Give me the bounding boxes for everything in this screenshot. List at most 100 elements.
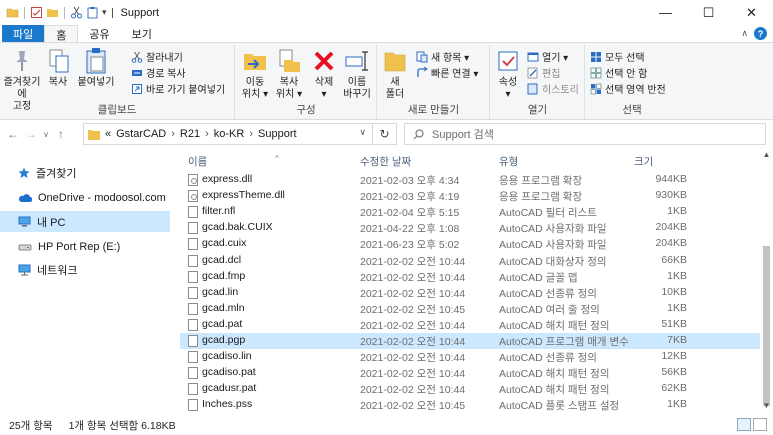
file-row[interactable]: gcad.dcl 2021-02-02 오전 10:44 AutoCAD 대화상자 … (180, 253, 760, 269)
help-icon[interactable]: ? (754, 27, 767, 40)
cut-button[interactable]: 잘라내기 (131, 49, 183, 64)
delete-button[interactable]: 삭제 ▾ (307, 47, 341, 101)
paste-button[interactable]: 붙여넣기 (76, 47, 116, 89)
file-row[interactable]: gcad.pgp 2021-02-02 오전 10:44 AutoCAD 프로그램 … (180, 333, 760, 349)
properties-check-icon[interactable] (30, 6, 43, 19)
breadcrumb-r21[interactable]: R21 (180, 128, 200, 140)
nav-item-quick-access[interactable]: 즐겨찾기 (0, 162, 170, 183)
open-button[interactable]: 열기 ▾ (527, 49, 568, 64)
file-row[interactable]: express.dll 2021-02-03 오후 4:34 응용 프로그램 확장 9… (180, 172, 760, 188)
chevron-right-icon[interactable]: › (171, 128, 175, 140)
tab-file[interactable]: 파일 (2, 25, 45, 43)
easy-access-button[interactable]: 빠른 연결 ▾ (416, 65, 478, 80)
up-arrow-icon[interactable]: ↑ (52, 127, 70, 141)
refresh-button[interactable]: ↻ (373, 123, 397, 145)
invert-selection-button[interactable]: 선택 영역 반전 (590, 81, 666, 96)
select-all-button[interactable]: 모두 선택 (590, 49, 645, 64)
file-type: AutoCAD 여러 줄 정의 (499, 303, 600, 316)
scissors-icon[interactable] (70, 6, 83, 19)
nav-item-hp-port-rep[interactable]: HP Port Rep (E:) (0, 236, 170, 257)
chevron-right-icon[interactable]: › (249, 128, 253, 140)
breadcrumb-support[interactable]: Support (258, 128, 297, 140)
forward-arrow-icon[interactable]: → (22, 127, 40, 141)
nav-item-onedrive[interactable]: OneDrive - modoosol.com (0, 187, 170, 208)
clipboard-icon[interactable] (86, 6, 99, 19)
ribbon-collapse-icon[interactable]: ∧ (741, 28, 748, 39)
file-row[interactable]: gcad.fmp 2021-02-02 오전 10:44 AutoCAD 글꼴 맵 1… (180, 269, 760, 285)
address-bar[interactable]: « GstarCAD › R21 › ko-KR › Support ∨ (83, 123, 373, 145)
properties-button[interactable]: 속성 ▾ (493, 47, 523, 101)
search-input[interactable]: Support 검색 (404, 123, 766, 145)
edit-button[interactable]: 편집 (527, 65, 560, 80)
copy-label: 복사 (48, 77, 68, 88)
status-bar: 25개 항목 1개 항목 선택함 6.18KB (0, 415, 773, 435)
nav-item-network[interactable]: 네트워크 (0, 259, 170, 280)
copy-to-button[interactable]: 복사 위치 ▾ (272, 47, 306, 101)
file-name: gcad.fmp (202, 269, 246, 282)
scroll-up-icon[interactable]: ▲ (760, 150, 773, 164)
column-header-date[interactable]: 수정한 날짜 (360, 154, 411, 169)
chevron-right-icon[interactable]: › (205, 128, 209, 140)
select-none-button[interactable]: 선택 안 함 (590, 65, 647, 80)
new-folder-icon[interactable] (46, 6, 59, 19)
file-row[interactable]: gcad.bak.CUIX 2021-04-22 오후 1:08 AutoCAD 사… (180, 220, 760, 236)
column-header-name[interactable]: 이름 (188, 154, 207, 169)
new-item-button[interactable]: 새 항목 ▾ (416, 49, 469, 64)
file-row[interactable]: expressTheme.dll 2021-02-03 오후 4:19 응용 프로그… (180, 188, 760, 204)
new-item-icon (416, 51, 428, 62)
tab-view[interactable]: 보기 (121, 25, 163, 43)
new-group: 새 폴더 새 항목 ▾ 빠른 연결 ▾ 새로 만들기 (378, 45, 490, 119)
back-arrow-icon[interactable]: ← (4, 127, 22, 141)
file-type: AutoCAD 해치 패턴 정의 (499, 384, 610, 397)
file-row[interactable]: Inches.pss 2021-02-02 오전 10:45 AutoCAD 플롯 … (180, 397, 760, 413)
history-button[interactable]: 히스토리 (527, 81, 579, 96)
file-type: AutoCAD 글꼴 맵 (499, 271, 578, 284)
move-to-button[interactable]: 이동 위치 ▾ (238, 47, 272, 101)
file-date: 2021-02-02 오전 10:44 (360, 336, 466, 348)
properties-label: ▾ (505, 89, 511, 100)
file-icon (188, 286, 198, 299)
file-size: 10KB (661, 285, 687, 298)
file-row[interactable]: gcadusr.pat 2021-02-02 오전 10:44 AutoCAD 해치… (180, 381, 760, 397)
copy-path-button[interactable]: 경로 복사 (131, 65, 186, 80)
file-type: AutoCAD 프로그램 매개 변수 (499, 336, 629, 348)
file-row[interactable]: gcadiso.pat 2021-02-02 오전 10:44 AutoCAD 해치… (180, 365, 760, 381)
file-row[interactable]: gcad.cuix 2021-06-23 오후 5:02 AutoCAD 사용자화 … (180, 236, 760, 252)
close-button[interactable]: ✕ (730, 0, 773, 25)
qat-separator (24, 6, 25, 19)
delete-x-icon (314, 51, 334, 71)
file-row[interactable]: gcad.lin 2021-02-02 오전 10:44 AutoCAD 선종류 정… (180, 285, 760, 301)
file-date: 2021-02-02 오전 10:44 (360, 352, 466, 365)
file-row[interactable]: gcad.pat 2021-02-02 오전 10:44 AutoCAD 해치 패턴… (180, 317, 760, 333)
vertical-scrollbar[interactable]: ▲ ▼ (760, 148, 773, 415)
maximize-button[interactable]: ☐ (687, 0, 730, 25)
address-prefix[interactable]: « (105, 128, 111, 140)
address-dropdown-icon[interactable]: ∨ (359, 127, 366, 138)
qat-customize-icon[interactable]: ▾ (102, 7, 107, 18)
history-label: 히스토리 (542, 85, 579, 96)
new-folder-button[interactable]: 새 폴더 (380, 47, 410, 101)
nav-item-this-pc[interactable]: 내 PC (0, 211, 170, 232)
minimize-button[interactable]: — (644, 0, 687, 25)
paste-shortcut-button[interactable]: 바로 가기 붙여넣기 (131, 81, 225, 96)
rename-button[interactable]: 이름 바꾸기 (340, 47, 374, 101)
column-header-type[interactable]: 유형 (499, 154, 518, 169)
scroll-down-icon[interactable]: ▼ (760, 401, 773, 415)
details-view-icon[interactable] (737, 418, 751, 431)
large-icons-view-icon[interactable] (753, 418, 767, 431)
edit-label: 편집 (542, 69, 561, 80)
breadcrumb-ko-kr[interactable]: ko-KR (214, 128, 245, 140)
file-row[interactable]: filter.nfl 2021-02-04 오후 5:15 AutoCAD 필터 리… (180, 204, 760, 220)
tab-home[interactable]: 홈 (44, 25, 79, 43)
file-icon (188, 254, 198, 267)
file-row[interactable]: gcadiso.lin 2021-02-02 오전 10:44 AutoCAD 선종… (180, 349, 760, 365)
file-row[interactable]: gcad.mln 2021-02-02 오전 10:45 AutoCAD 여러 줄 … (180, 301, 760, 317)
file-type: AutoCAD 플롯 스탬프 설정 (499, 400, 620, 413)
tab-share[interactable]: 공유 (78, 25, 120, 43)
recent-chevron-icon[interactable]: ∨ (40, 130, 52, 139)
properties-label: 속성 (498, 77, 518, 88)
scrollbar-thumb[interactable] (763, 246, 770, 406)
copy-button[interactable]: 복사 (44, 47, 72, 89)
column-header-size[interactable]: 크기 (634, 154, 653, 169)
breadcrumb-gstarcad[interactable]: GstarCAD (116, 128, 166, 140)
